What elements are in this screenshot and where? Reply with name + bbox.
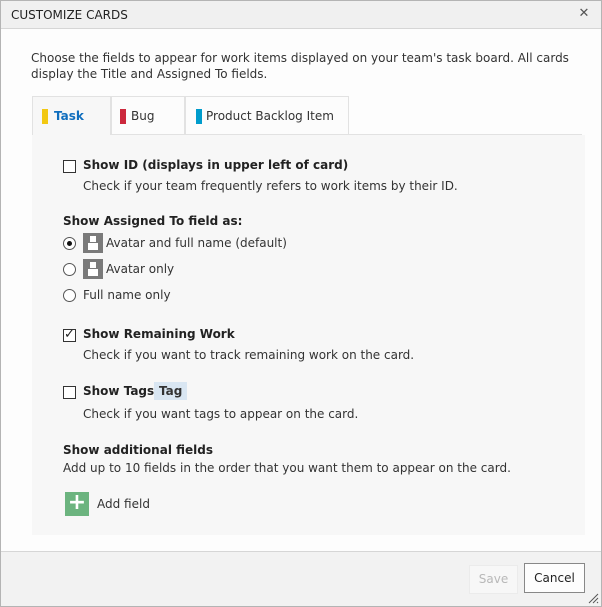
tab-task[interactable]: Task: [32, 96, 111, 136]
resize-grip-icon[interactable]: [587, 592, 599, 604]
remaining-work-description: Check if you want to track remaining wor…: [83, 348, 415, 362]
assigned-to-heading: Show Assigned To field as:: [63, 214, 243, 228]
radio-avatar-only[interactable]: [63, 263, 76, 276]
bug-color-swatch: [120, 109, 126, 124]
dialog-title: CUSTOMIZE CARDS: [11, 8, 128, 22]
customize-cards-dialog: CUSTOMIZE CARDS ✕ Choose the fields to a…: [0, 0, 602, 607]
add-field-button[interactable]: +: [65, 492, 89, 516]
radio-label: Avatar only: [106, 262, 175, 276]
avatar-icon: [83, 233, 103, 253]
tab-product-backlog-item[interactable]: Product Backlog Item: [185, 96, 349, 135]
add-field-label[interactable]: Add field: [97, 497, 150, 511]
tab-label: Task: [54, 109, 84, 123]
show-tags-checkbox[interactable]: [63, 386, 76, 399]
show-remaining-work-checkbox[interactable]: ✓: [63, 327, 76, 342]
tab-label: Bug: [131, 109, 155, 123]
additional-fields-description: Add up to 10 fields in the order that yo…: [63, 461, 511, 475]
dialog-footer: Save Cancel: [1, 551, 601, 606]
task-settings-panel: Show ID (displays in upper left of card)…: [32, 135, 585, 535]
close-icon[interactable]: ✕: [577, 7, 591, 21]
radio-selected-dot: [67, 241, 72, 246]
radio-avatar-and-full-name[interactable]: [63, 237, 76, 250]
tags-description: Check if you want tags to appear on the …: [83, 407, 359, 421]
additional-fields-heading: Show additional fields: [63, 443, 213, 457]
intro-text: Choose the fields to appear for work ite…: [31, 51, 569, 81]
pbi-color-swatch: [196, 109, 202, 124]
checkmark-icon: ✓: [64, 327, 75, 342]
save-button[interactable]: Save: [469, 565, 518, 594]
tab-bug[interactable]: Bug: [111, 96, 185, 135]
cancel-button[interactable]: Cancel: [524, 563, 585, 593]
tags-label: Show Tags: [83, 384, 155, 398]
plus-icon: +: [67, 490, 87, 515]
radio-label: Full name only: [83, 288, 171, 302]
show-id-checkbox[interactable]: [63, 160, 76, 173]
radio-full-name-only[interactable]: [63, 289, 76, 302]
radio-label: Avatar and full name (default): [106, 236, 287, 250]
dialog-titlebar: CUSTOMIZE CARDS ✕: [1, 1, 601, 29]
show-id-label: Show ID (displays in upper left of card): [83, 158, 349, 172]
tab-label: Product Backlog Item: [206, 109, 334, 123]
remaining-work-label: Show Remaining Work: [83, 327, 235, 341]
avatar-icon: [83, 259, 103, 279]
task-color-swatch: [42, 109, 48, 124]
show-id-description: Check if your team frequently refers to …: [83, 179, 458, 193]
tag-preview-chip: Tag: [154, 382, 188, 400]
